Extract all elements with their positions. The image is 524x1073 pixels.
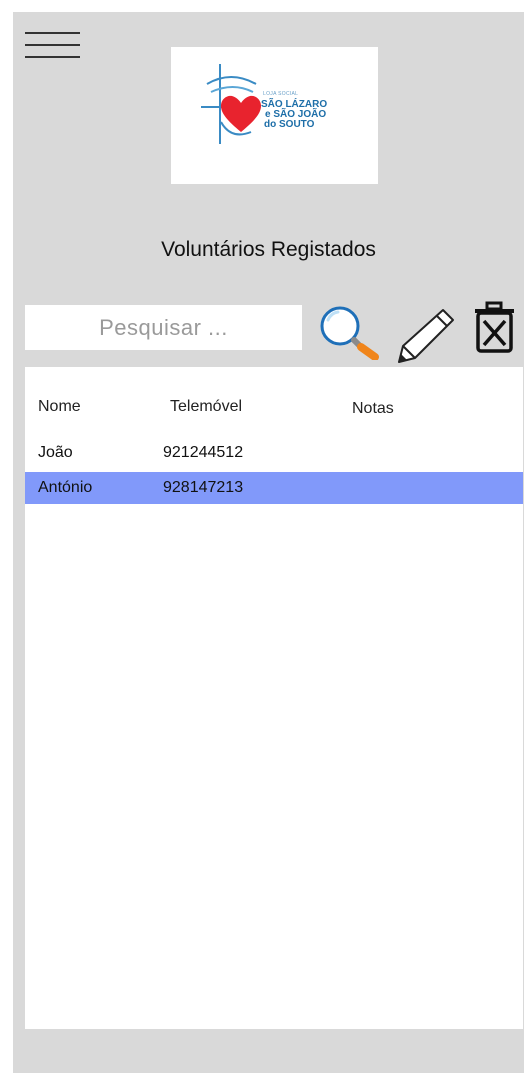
menu-line: [25, 32, 80, 34]
trash-icon: [475, 301, 514, 353]
logo-text-line3: do SOUTO: [264, 119, 315, 130]
page-title: Voluntários Registados: [161, 238, 376, 261]
cell-name: João: [38, 444, 73, 461]
column-header-notes[interactable]: Notas: [352, 400, 394, 418]
cell-name: António: [38, 479, 93, 496]
table-row-selected[interactable]: António 928147213: [25, 472, 523, 504]
menu-line: [25, 44, 80, 46]
column-header-phone[interactable]: Telemóvel: [170, 398, 242, 416]
search-button[interactable]: [315, 304, 385, 361]
delete-button[interactable]: [472, 301, 517, 357]
edit-button[interactable]: [393, 304, 459, 366]
logo-small-text: LOJA SOCIAL: [263, 91, 299, 97]
logo: LOJA SOCIAL SÃO LÁZARO e SÃO JOÃO do SOU…: [171, 47, 378, 184]
search-input[interactable]: [25, 305, 302, 350]
search-icon: [320, 306, 379, 361]
app-screen: LOJA SOCIAL SÃO LÁZARO e SÃO JOÃO do SOU…: [13, 12, 524, 1073]
cell-phone: 921244512: [163, 444, 244, 461]
hamburger-menu-icon[interactable]: [25, 32, 80, 62]
pencil-icon: [398, 309, 454, 363]
menu-line: [25, 56, 80, 58]
cell-phone: 928147213: [163, 479, 244, 496]
table-row[interactable]: João 921244512: [25, 437, 523, 469]
volunteers-table: Nome Telemóvel Notas João 921244512 Antó…: [25, 367, 523, 1029]
column-header-name[interactable]: Nome: [38, 398, 81, 416]
